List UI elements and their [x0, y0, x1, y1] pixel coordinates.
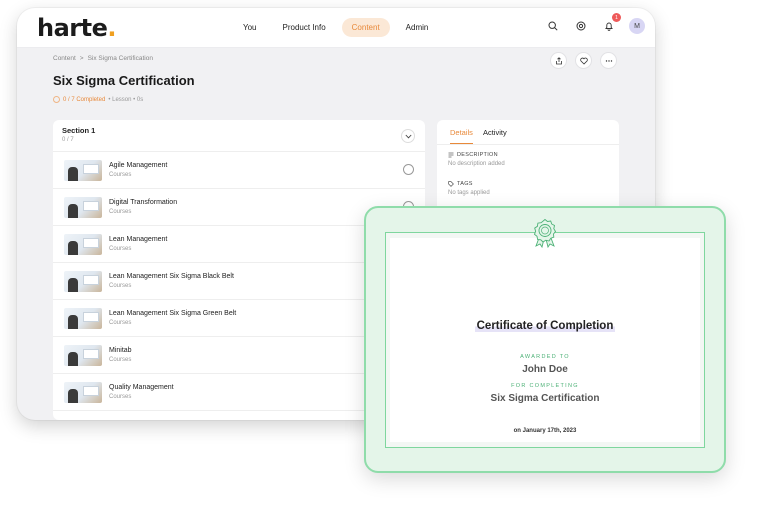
lesson-thumbnail	[64, 196, 102, 218]
lesson-title: Lean Management Six Sigma Black Belt	[109, 273, 234, 280]
share-button[interactable]	[550, 52, 567, 69]
favorite-button[interactable]	[575, 52, 592, 69]
avatar[interactable]: M	[629, 18, 645, 34]
certificate-title-text: Certificate of Completion	[474, 320, 616, 332]
section-header[interactable]: Section 1 0 / 7	[53, 120, 425, 152]
recipient-name: John Doe	[522, 364, 568, 375]
tag-icon	[448, 181, 454, 187]
lesson-title: Lean Management	[109, 236, 168, 243]
lesson-row[interactable]: Agile Management Courses	[53, 152, 425, 189]
nav-admin[interactable]: Admin	[396, 18, 439, 37]
page-actions	[550, 52, 617, 69]
section-count: 0 / 7	[62, 137, 74, 143]
certificate-frame: Certificate of Completion AWARDED TO Joh…	[385, 232, 705, 448]
logo-dot: .	[107, 14, 116, 42]
lesson-thumbnail	[64, 307, 102, 329]
lesson-type: Courses	[109, 209, 132, 215]
progress-meta: • Lesson • 0s	[108, 96, 144, 103]
collapse-button[interactable]	[401, 129, 415, 143]
search-icon[interactable]	[545, 18, 561, 34]
lesson-thumbnail	[64, 381, 102, 403]
lesson-type: Courses	[109, 320, 132, 326]
tags-label: TAGS	[457, 181, 473, 187]
lesson-complete-radio[interactable]	[403, 164, 414, 175]
lesson-type: Courses	[109, 246, 132, 252]
lesson-title: Lean Management Six Sigma Green Belt	[109, 310, 237, 317]
page-title: Six Sigma Certification	[53, 73, 195, 88]
share-icon	[555, 56, 562, 64]
certificate-paper: Certificate of Completion AWARDED TO Joh…	[390, 238, 700, 442]
nav-content[interactable]: Content	[341, 18, 390, 37]
certificate-course: Six Sigma Certification	[490, 393, 600, 404]
heart-icon	[579, 57, 588, 65]
progress-completed: 0 / 7 Completed	[63, 96, 106, 103]
lesson-type: Courses	[109, 283, 132, 289]
tab-activity[interactable]: Activity	[483, 128, 507, 144]
lesson-thumbnail	[64, 159, 102, 181]
certificate-card: Certificate of Completion AWARDED TO Joh…	[364, 206, 726, 473]
breadcrumb-content-link[interactable]: Content	[53, 55, 76, 62]
more-options-button[interactable]	[600, 52, 617, 69]
lesson-type: Courses	[109, 357, 132, 363]
top-navigation-bar: harte. You Product Info Content Admin 1 …	[17, 8, 655, 48]
text-lines-icon	[448, 152, 454, 158]
main-nav: You Product Info Content Admin	[233, 18, 438, 37]
chevron-down-icon	[404, 134, 412, 138]
tags-value: No tags applied	[448, 190, 490, 196]
lesson-title: Minitab	[109, 347, 132, 354]
lesson-title: Digital Transformation	[109, 199, 178, 206]
breadcrumb: Content > Six Sigma Certification	[53, 55, 153, 62]
lesson-type: Courses	[109, 172, 132, 178]
harte-logo[interactable]: harte.	[37, 14, 116, 42]
section-title: Section 1	[62, 126, 96, 135]
breadcrumb-separator: >	[79, 55, 84, 62]
tab-details[interactable]: Details	[450, 128, 473, 144]
lesson-thumbnail	[64, 233, 102, 255]
details-tabs: Details Activity	[437, 120, 619, 145]
lesson-thumbnail	[64, 270, 102, 292]
notification-badge: 1	[612, 13, 621, 22]
lesson-title: Agile Management	[109, 162, 168, 169]
top-icons: 1 M	[545, 13, 645, 34]
breadcrumb-current: Six Sigma Certification	[87, 55, 153, 62]
awarded-to-label: AWARDED TO	[520, 354, 570, 360]
certificate-title: Certificate of Completion	[390, 320, 700, 332]
description-label: DESCRIPTION	[457, 152, 498, 158]
nav-you[interactable]: You	[233, 18, 267, 37]
lesson-title: Quality Management	[109, 384, 174, 391]
progress-summary: 0 / 7 Completed • Lesson • 0s	[53, 96, 143, 103]
award-seal-icon	[533, 218, 557, 248]
tags-block: TAGS No tags applied	[437, 167, 619, 196]
nav-product-info[interactable]: Product Info	[273, 18, 336, 37]
for-completing-label: FOR COMPLETING	[511, 383, 579, 389]
lesson-type: Courses	[109, 394, 132, 400]
progress-ring-icon	[53, 96, 60, 103]
bell-icon[interactable]: 1	[601, 13, 621, 34]
logo-text: harte	[37, 14, 108, 42]
certificate-date: on January 17th, 2023	[513, 428, 577, 434]
support-icon[interactable]	[573, 18, 589, 34]
description-block: DESCRIPTION No description added	[437, 145, 619, 167]
more-icon	[605, 59, 612, 62]
lesson-thumbnail	[64, 344, 102, 366]
